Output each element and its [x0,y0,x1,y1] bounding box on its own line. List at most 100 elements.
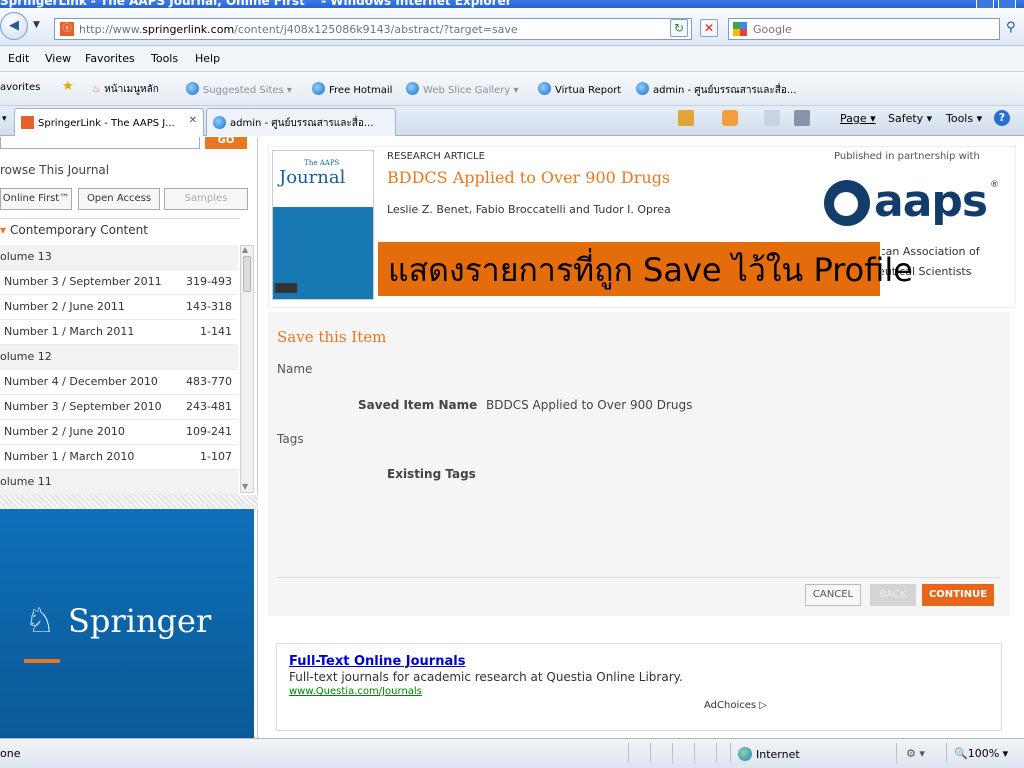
scroll-thumb[interactable] [243,256,251,292]
mail-icon[interactable] [764,110,780,126]
saved-item-name-label: Saved Item Name [358,398,478,412]
back-icon[interactable]: ◀ [0,12,28,40]
search-icon[interactable]: ⚲ [1006,20,1016,35]
springer-banner[interactable]: ♘ Springer [0,509,254,738]
fav-item-webslice[interactable]: Web Slice Gallery ▾ [406,82,519,96]
issue-pages: 1-141 [200,325,232,338]
volume-header[interactable]: olume 13 [0,245,238,270]
tab-admin[interactable]: admin - ศูนย์บรรณสารและสื่อ... [206,108,396,136]
issue-link[interactable]: Number 2 / June 2011 143-318 [0,295,238,320]
restore-button[interactable] [998,0,1016,8]
issue-pages: 243-481 [186,400,232,413]
history-dropdown-icon[interactable]: ▼ [33,20,40,30]
volume-header[interactable]: olume 12 [0,345,238,370]
fav-item-home[interactable]: ♨ หน้าเมนูหลัก [92,82,159,97]
window-title-bar: SpringerLink - The AAPS Journal, Online … [0,0,1024,8]
volume-header[interactable]: olume 11 [0,470,238,495]
ad-url-link[interactable]: www.Questia.com/Journals [289,686,422,697]
home-icon[interactable] [678,110,694,126]
safety-menu[interactable]: Safety ▾ [888,112,932,125]
issue-label: Number 2 / June 2010 [4,425,125,438]
issue-label: Number 1 / March 2010 [4,450,135,463]
ad-choices-link[interactable]: AdChoices ▷ [704,700,767,711]
scroll-up-icon[interactable]: ▲ [242,245,248,254]
menu-help[interactable]: Help [195,52,220,65]
fav-item-virtua[interactable]: Virtua Report [538,82,621,96]
site-search-input[interactable] [0,137,200,149]
help-icon[interactable]: ? [994,110,1010,126]
issue-link[interactable]: Number 2 / June 2010 109-241 [0,420,238,445]
add-favorite-star-icon[interactable]: ★ [62,79,74,94]
aaps-logo-icon [824,180,870,226]
cancel-button[interactable]: CANCEL [805,584,861,606]
contemporary-content-header[interactable]: ▾ Contemporary Content [0,218,240,244]
window-title: SpringerLink - The AAPS Journal, Online … [0,0,512,8]
volume-list-scrollbar[interactable]: ▲ ▼ [240,245,254,493]
issue-link[interactable]: Number 4 / December 2010 483-770 [0,370,238,395]
favorites-bar: avorites ★ ♨ หน้าเมนูหลัก Suggested Site… [0,72,1024,106]
save-item-title: Save this Item [277,328,387,346]
continue-button[interactable]: CONTINUE [922,584,994,606]
issue-link[interactable]: Number 3 / September 2011 319-493 [0,270,238,295]
article-title[interactable]: BDDCS Applied to Over 900 Drugs [387,168,670,187]
chess-knight-icon: ♘ [24,601,56,641]
issue-pages: 483-770 [186,375,232,388]
search-input[interactable]: Google [728,18,1000,40]
scroll-down-icon[interactable]: ▼ [242,482,248,491]
page-menu[interactable]: Page ▾ [840,112,876,125]
fav-item-admin[interactable]: admin - ศูนย์บรรณสารและสื่อ... [636,82,796,98]
issue-label: Number 3 / September 2010 [4,400,162,413]
menu-favorites[interactable]: Favorites [85,52,135,65]
fav-item-suggested[interactable]: Suggested Sites ▾ [186,82,292,96]
chip-samples[interactable]: Samples [164,188,248,210]
menu-view[interactable]: View [45,52,71,65]
issue-label: olume 13 [0,250,52,263]
security-zone: Internet [738,747,800,761]
save-item-form [268,312,1010,616]
tab-list-icon[interactable]: ▾ [2,114,7,124]
zoom-icon: 🔍 [954,747,968,760]
article-type: RESEARCH ARTICLE [387,151,485,162]
issue-label: Number 1 / March 2011 [4,325,135,338]
springer-favicon-icon: ⓢ [60,22,74,36]
logo-underline [24,659,60,663]
chip-open-access[interactable]: Open Access [78,188,160,210]
expand-arrow-icon: ▾ [0,223,7,237]
fav-item-hotmail[interactable]: Free Hotmail [312,82,392,96]
address-toolbar: ◀ ▼ ⓢ http://www.springerlink.com/conten… [0,8,1024,46]
tools-menu[interactable]: Tools ▾ [946,112,982,125]
ie-icon [213,116,226,129]
stop-icon[interactable]: ✕ [700,19,718,37]
ad-title-link[interactable]: Full-Text Online Journals [289,654,465,669]
sidebar-divider [0,495,258,509]
minimize-button[interactable] [976,0,994,8]
flame-icon: ♨ [92,84,101,95]
internet-globe-icon [738,747,752,761]
issue-pages: 143-318 [186,300,232,313]
springer-favicon-icon [21,116,34,129]
tab-springerlink[interactable]: SpringerLink - The AAPS J... ✕ [14,108,204,136]
chip-online-first[interactable]: Online First™ [0,188,72,210]
issue-link[interactable]: Number 3 / September 2010 243-481 [0,395,238,420]
issue-pages: 109-241 [186,425,232,438]
favorites-label[interactable]: avorites [0,82,40,93]
menu-bar: Edit View Favorites Tools Help [0,46,1024,72]
go-button[interactable]: GO [205,137,247,149]
protected-mode-icon[interactable]: ⚙ ▾ [906,747,925,760]
journal-cover-image: The AAPS Journal [272,150,374,300]
browse-journal-title: rowse This Journal [0,163,110,177]
back-button[interactable]: BACK [870,584,916,606]
status-bar: one Internet ⚙ ▾ 🔍100% ▾ [0,738,1024,768]
menu-tools[interactable]: Tools [151,52,178,65]
menu-edit[interactable]: Edit [8,52,29,65]
aaps-logo[interactable]: aaps [874,176,988,227]
refresh-icon[interactable]: ↻ [670,19,688,37]
issue-link[interactable]: Number 1 / March 2010 1-107 [0,445,238,470]
print-icon[interactable] [794,110,810,126]
google-icon [733,22,747,36]
issue-link[interactable]: Number 1 / March 2011 1-141 [0,320,238,345]
close-tab-icon[interactable]: ✕ [189,115,197,126]
feeds-icon[interactable] [722,110,738,126]
address-field[interactable]: ⓢ http://www.springerlink.com/content/j4… [54,18,692,40]
zoom-level[interactable]: 🔍100% ▾ [954,747,1008,760]
